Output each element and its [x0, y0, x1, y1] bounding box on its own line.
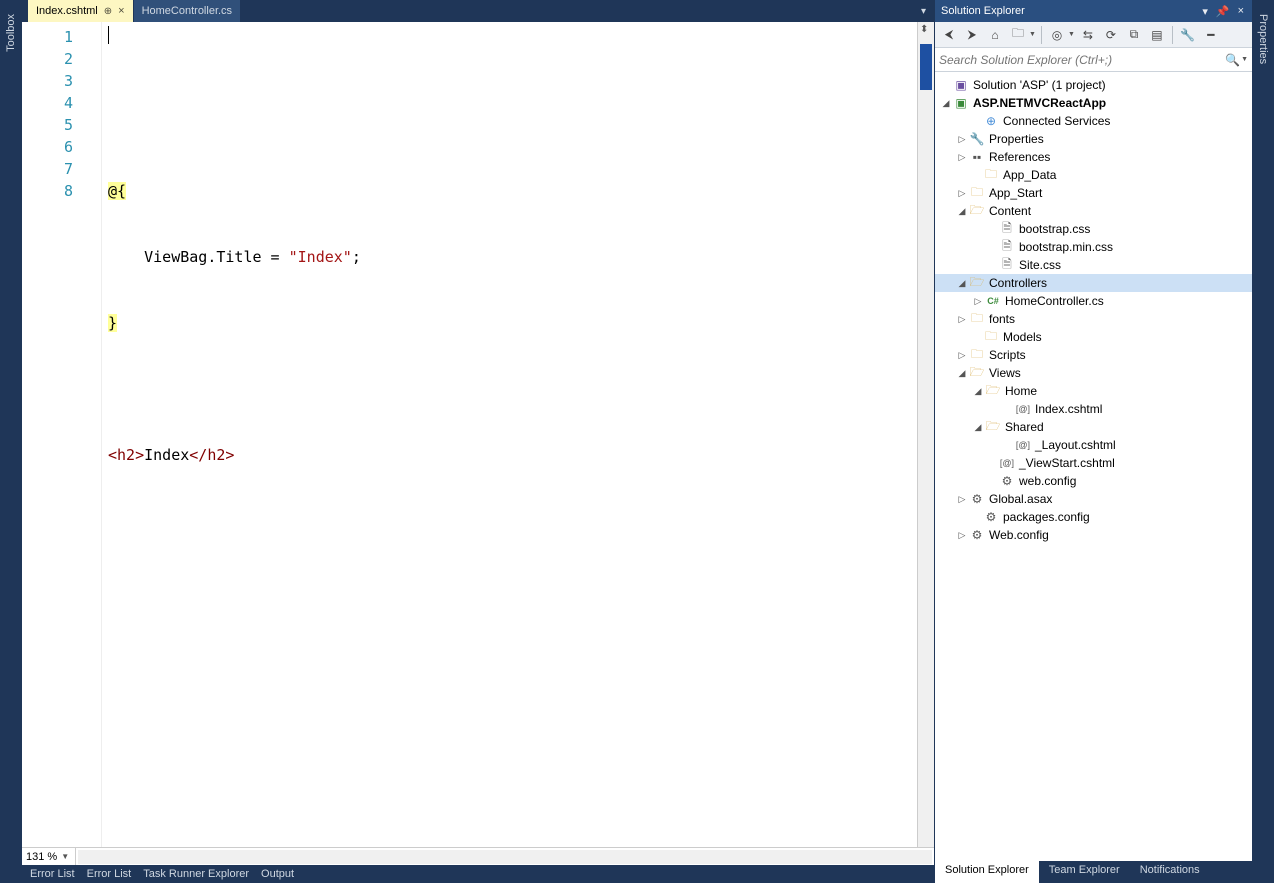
tree-project[interactable]: ◢▣ASP.NETMVCReactApp — [935, 94, 1252, 112]
tab-label: Index.cshtml — [36, 5, 98, 17]
show-all-icon[interactable]: ▤ — [1147, 25, 1167, 45]
pin-icon[interactable]: ⊕ — [104, 6, 112, 17]
folder-view-icon[interactable]: 🗀 — [1008, 25, 1028, 45]
panel-title-bar: Solution Explorer ▾ 📌 × — [935, 0, 1252, 22]
vertical-scrollbar[interactable]: ⬍ — [917, 22, 934, 847]
tree-references[interactable]: ▷▪▪References — [935, 148, 1252, 166]
tree-webconfig-views[interactable]: ⚙web.config — [935, 472, 1252, 490]
tree-models[interactable]: 🗀Models — [935, 328, 1252, 346]
tree-scripts[interactable]: ▷🗀Scripts — [935, 346, 1252, 364]
tab-solution-explorer[interactable]: Solution Explorer — [935, 861, 1039, 883]
tree-packages-config[interactable]: ⚙packages.config — [935, 508, 1252, 526]
scope-icon[interactable]: ◎ — [1047, 25, 1067, 45]
close-icon[interactable]: × — [1236, 5, 1246, 17]
tab-team-explorer[interactable]: Team Explorer — [1039, 861, 1130, 883]
search-icon[interactable]: 🔍 — [1222, 53, 1243, 67]
panel-title: Solution Explorer — [941, 5, 1025, 17]
properties-icon[interactable]: 🔧 — [1178, 25, 1198, 45]
tree-index-cshtml[interactable]: [@]Index.cshtml — [935, 400, 1252, 418]
right-sidebar: Properties — [1252, 0, 1274, 883]
tree-fonts[interactable]: ▷🗀fonts — [935, 310, 1252, 328]
back-icon[interactable]: ⮜ — [939, 25, 959, 45]
tree-connected-services[interactable]: ⊕Connected Services — [935, 112, 1252, 130]
zoom-selector[interactable]: 131 % ▼ — [22, 848, 76, 865]
tree-shared-folder[interactable]: ◢🗁Shared — [935, 418, 1252, 436]
tab-notifications[interactable]: Notifications — [1130, 861, 1210, 883]
tree-home-folder[interactable]: ◢🗁Home — [935, 382, 1252, 400]
tree-site-css[interactable]: 🗎Site.css — [935, 256, 1252, 274]
refresh-icon[interactable]: ⟳ — [1101, 25, 1121, 45]
split-icon[interactable]: ⬍ — [920, 24, 928, 35]
toolbox-tab[interactable]: Toolbox — [3, 8, 19, 58]
tree-web-config[interactable]: ▷⚙Web.config — [935, 526, 1252, 544]
editor-area: Index.cshtml ⊕ × HomeController.cs ▾ 1 2… — [22, 0, 934, 883]
tree-bootstrap-css[interactable]: 🗎bootstrap.css — [935, 220, 1252, 238]
bottom-tool-tabs: Error List Error List Task Runner Explor… — [22, 865, 934, 883]
collapse-icon[interactable]: ⧉ — [1124, 25, 1144, 45]
tab-index-cshtml[interactable]: Index.cshtml ⊕ × — [28, 0, 134, 22]
forward-icon[interactable]: ⮞ — [962, 25, 982, 45]
tree-bootstrap-min-css[interactable]: 🗎bootstrap.min.css — [935, 238, 1252, 256]
tree-global-asax[interactable]: ▷⚙Global.asax — [935, 490, 1252, 508]
sync-icon[interactable]: ⇆ — [1078, 25, 1098, 45]
document-tab-bar: Index.cshtml ⊕ × HomeController.cs ▾ — [22, 0, 934, 22]
tree-controllers[interactable]: ◢🗁Controllers — [935, 274, 1252, 292]
preview-icon[interactable]: ━ — [1201, 25, 1221, 45]
tab-output[interactable]: Output — [261, 868, 294, 880]
tree-properties[interactable]: ▷🔧Properties — [935, 130, 1252, 148]
search-row: 🔍▼ — [935, 48, 1252, 72]
tab-label: HomeController.cs — [142, 5, 232, 17]
tree-home-controller[interactable]: ▷C#HomeController.cs — [935, 292, 1252, 310]
properties-tab[interactable]: Properties — [1255, 8, 1271, 70]
tab-task-runner[interactable]: Task Runner Explorer — [143, 868, 249, 880]
tree-app-start[interactable]: ▷🗀App_Start — [935, 184, 1252, 202]
tab-overflow-icon[interactable]: ▾ — [917, 6, 930, 17]
line-number-gutter: 1 2 3 4 5 6 7 8 — [22, 22, 102, 847]
solution-explorer-panel: Solution Explorer ▾ 📌 × ⮜ ⮞ ⌂ 🗀▼ ◎▼ ⇆ ⟳ … — [934, 0, 1252, 883]
search-input[interactable] — [939, 53, 1222, 67]
tree-app-data[interactable]: 🗀App_Data — [935, 166, 1252, 184]
code-editor[interactable]: 1 2 3 4 5 6 7 8 @{ ViewBag.Title = "Inde… — [22, 22, 934, 847]
panel-toolbar: ⮜ ⮞ ⌂ 🗀▼ ◎▼ ⇆ ⟳ ⧉ ▤ 🔧 ━ — [935, 22, 1252, 48]
tree-solution[interactable]: ▣Solution 'ASP' (1 project) — [935, 76, 1252, 94]
panel-menu-icon[interactable]: ▾ — [1200, 5, 1210, 18]
horizontal-scrollbar[interactable] — [78, 850, 932, 864]
solution-tree[interactable]: ▣Solution 'ASP' (1 project) ◢▣ASP.NETMVC… — [935, 72, 1252, 861]
left-sidebar: Toolbox — [0, 0, 22, 883]
tree-viewstart[interactable]: [@]_ViewStart.cshtml — [935, 454, 1252, 472]
home-icon[interactable]: ⌂ — [985, 25, 1005, 45]
panel-bottom-tabs: Solution Explorer Team Explorer Notifica… — [935, 861, 1252, 883]
tab-error-list[interactable]: Error List — [30, 868, 75, 880]
editor-bottom-bar: 131 % ▼ — [22, 847, 934, 865]
tree-views[interactable]: ◢🗁Views — [935, 364, 1252, 382]
text-cursor — [108, 26, 109, 44]
tab-home-controller[interactable]: HomeController.cs — [134, 0, 241, 22]
tree-layout-cshtml[interactable]: [@]_Layout.cshtml — [935, 436, 1252, 454]
scroll-marker — [920, 44, 932, 90]
close-icon[interactable]: × — [118, 5, 124, 17]
pin-icon[interactable]: 📌 — [1214, 5, 1232, 18]
chevron-down-icon: ▼ — [61, 852, 69, 861]
tab-error-list-2[interactable]: Error List — [87, 868, 132, 880]
code-content[interactable]: @{ ViewBag.Title = "Index"; } <h2>Index<… — [102, 22, 917, 847]
tree-content[interactable]: ◢🗁Content — [935, 202, 1252, 220]
